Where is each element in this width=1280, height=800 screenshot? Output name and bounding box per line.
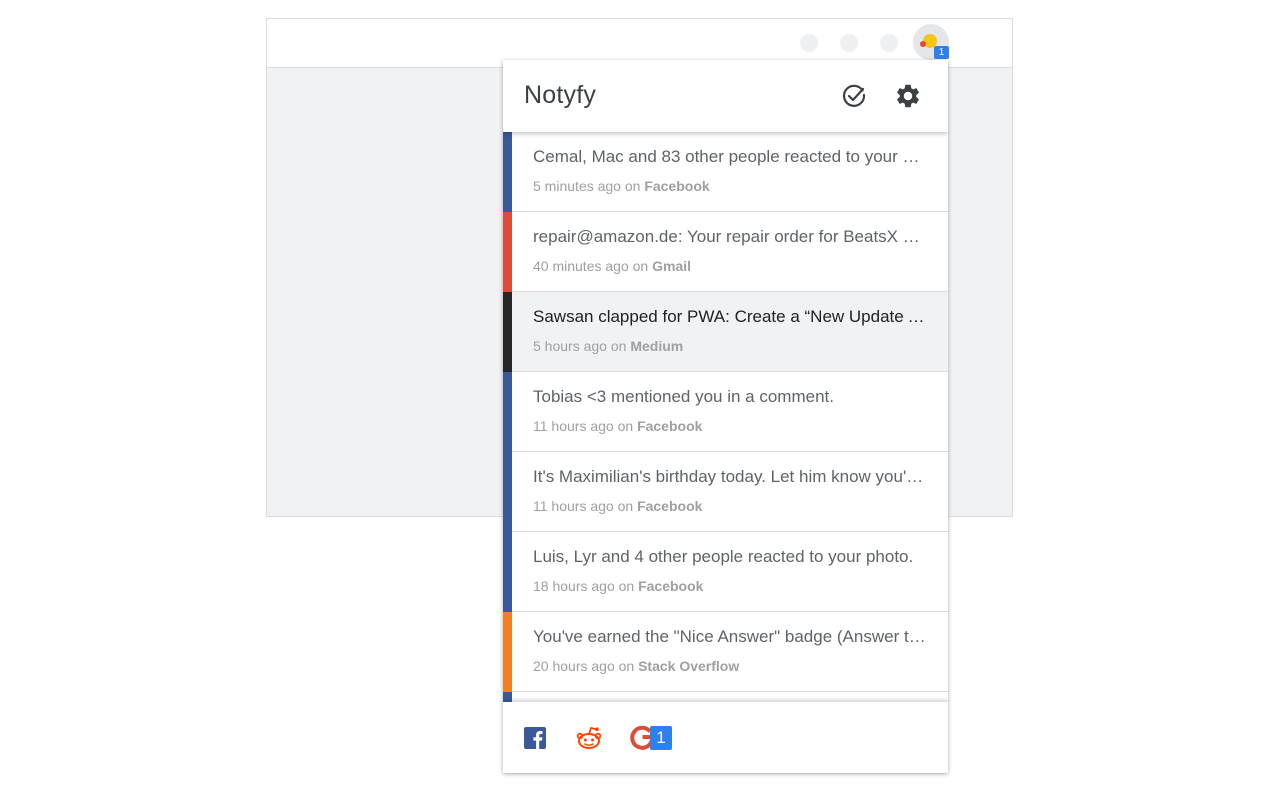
facebook-service-button[interactable]: [524, 725, 546, 751]
reddit-service-button[interactable]: [576, 725, 602, 751]
notification-on: on: [610, 338, 627, 354]
gmail-service-button[interactable]: 1: [629, 725, 677, 751]
notyfy-logo-accent: [920, 41, 926, 47]
extension-placeholder-3[interactable]: [880, 34, 898, 52]
notification-text: You've earned the "Nice Answer" badge (A…: [533, 627, 926, 646]
service-color-stripe: [503, 212, 512, 292]
service-color-stripe: [503, 692, 512, 702]
service-unread-badge: 1: [650, 726, 672, 750]
service-color-stripe: [503, 532, 512, 612]
notification-service: Stack Overflow: [638, 658, 740, 674]
gear-icon: [897, 84, 919, 108]
notification-on: on: [618, 578, 635, 594]
notification-on: on: [624, 178, 641, 194]
notification-service: Facebook: [637, 498, 703, 514]
notification-text: Sawsan clapped for PWA: Create a “New Up…: [533, 307, 926, 326]
service-color-stripe: [503, 372, 512, 452]
reddit-icon: [576, 726, 602, 749]
notification-item[interactable]: repair@amazon.de: Your repair order for …: [503, 212, 948, 292]
notification-time: 5 hours ago: [533, 338, 607, 354]
popup-title: Notyfy: [524, 81, 597, 109]
notification-time: 40 minutes ago: [533, 258, 629, 274]
notification-time: 18 hours ago: [533, 578, 615, 594]
settings-button[interactable]: [894, 82, 922, 110]
mark-all-read-button[interactable]: [840, 82, 868, 110]
notification-meta: 20 hours ago on Stack Overflow: [533, 658, 739, 674]
notyfy-popup: Notyfy Cemal, Mac and 83 other people re…: [503, 60, 948, 773]
notification-list[interactable]: Cemal, Mac and 83 other people reacted t…: [503, 132, 948, 702]
notification-text: repair@amazon.de: Your repair order for …: [533, 227, 926, 246]
notification-service: Gmail: [652, 258, 691, 274]
check-circle-icon: [842, 84, 866, 107]
notification-text: Tobias <3 mentioned you in a comment.: [533, 387, 834, 406]
notification-service: Facebook: [638, 578, 704, 594]
notification-item[interactable]: It's Maximilian's birthday today. Let hi…: [503, 452, 948, 532]
service-color-stripe: [503, 612, 512, 692]
notification-text: It's Maximilian's birthday today. Let hi…: [533, 467, 926, 486]
service-color-stripe: [503, 292, 512, 372]
notification-meta: 5 hours ago on Medium: [533, 338, 683, 354]
notification-time: 11 hours ago: [533, 418, 614, 434]
popup-header: Notyfy: [503, 60, 948, 132]
notification-text: Cemal, Mac and 83 other people reacted t…: [533, 147, 926, 166]
notification-on: on: [618, 658, 635, 674]
notification-meta: 11 hours ago on Facebook: [533, 498, 702, 514]
notification-service: Facebook: [644, 178, 710, 194]
extension-placeholder-2[interactable]: [840, 34, 858, 52]
extension-badge: 1: [934, 46, 949, 59]
notification-meta: 11 hours ago on Facebook: [533, 418, 702, 434]
facebook-icon: [524, 727, 546, 749]
notyfy-extension-button[interactable]: 1: [913, 24, 949, 60]
service-footer: 1: [503, 702, 948, 773]
notification-service: Medium: [630, 338, 684, 354]
notification-meta: 18 hours ago on Facebook: [533, 578, 703, 594]
notification-time: 11 hours ago: [533, 498, 614, 514]
notification-service: Facebook: [637, 418, 703, 434]
notification-on: on: [617, 418, 634, 434]
service-color-stripe: [503, 452, 512, 532]
notification-item-hovered[interactable]: Sawsan clapped for PWA: Create a “New Up…: [503, 292, 948, 372]
notification-time: 20 hours ago: [533, 658, 615, 674]
notification-item[interactable]: You've earned the "Nice Answer" badge (A…: [503, 612, 948, 692]
notification-item[interactable]: Cemal, Mac and 83 other people reacted t…: [503, 132, 948, 212]
notification-time: 5 minutes ago: [533, 178, 621, 194]
notification-meta: 5 minutes ago on Facebook: [533, 178, 710, 194]
notification-item[interactable]: Tobias <3 mentioned you in a comment. 11…: [503, 372, 948, 452]
notification-item-partial[interactable]: [503, 692, 948, 702]
extension-placeholder-1[interactable]: [800, 34, 818, 52]
notification-meta: 40 minutes ago on Gmail: [533, 258, 691, 274]
notification-text: Luis, Lyr and 4 other people reacted to …: [533, 547, 914, 566]
notification-on: on: [617, 498, 634, 514]
notification-item[interactable]: Luis, Lyr and 4 other people reacted to …: [503, 532, 948, 612]
notification-on: on: [632, 258, 649, 274]
service-color-stripe: [503, 132, 512, 212]
